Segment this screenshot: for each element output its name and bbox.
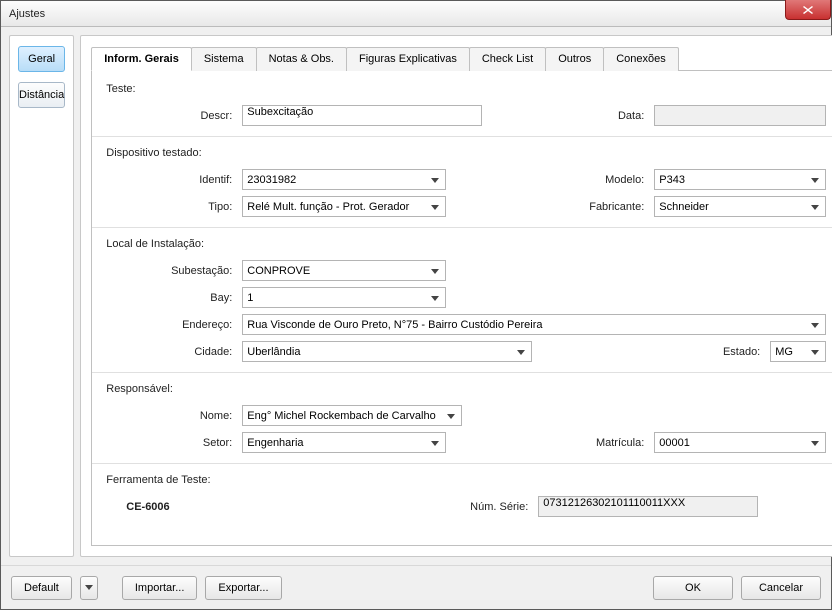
tab-outros[interactable]: Outros: [545, 47, 604, 71]
footer: Default Importar... Exportar... OK Cance…: [1, 565, 831, 609]
tab-check-list[interactable]: Check List: [469, 47, 546, 71]
combo-endereco[interactable]: Rua Visconde de Ouro Preto, N°75 - Bairr…: [242, 314, 826, 335]
default-dropdown-button[interactable]: [80, 576, 98, 600]
combo-bay[interactable]: 1: [242, 287, 446, 308]
label-cidade: Cidade:: [106, 346, 236, 358]
tab-conexoes[interactable]: Conexões: [603, 47, 679, 71]
label-matricula: Matrícula:: [452, 437, 648, 449]
sidebar-label-geral: Geral: [28, 53, 55, 65]
combo-modelo[interactable]: P343: [654, 169, 826, 190]
separator: [92, 463, 832, 464]
combo-fabricante[interactable]: Schneider: [654, 196, 826, 217]
label-nome: Nome:: [106, 410, 236, 422]
tabs: Inform. Gerais Sistema Notas & Obs. Figu…: [91, 46, 832, 71]
tab-sistema[interactable]: Sistema: [191, 47, 257, 71]
body: Geral Distância Inform. Gerais Sistema N…: [1, 27, 831, 565]
separator: [92, 227, 832, 228]
sidebar-btn-geral[interactable]: Geral: [18, 46, 65, 72]
tab-content: Teste: Descr: Subexcitação Data: Disposi…: [91, 71, 832, 546]
label-fabricante: Fabricante:: [452, 201, 648, 213]
input-num-serie[interactable]: 07312126302101110011XXX: [538, 496, 758, 517]
separator: [92, 372, 832, 373]
sidebar-label-distancia: Distância: [19, 89, 64, 101]
window-title: Ajustes: [5, 8, 45, 20]
label-data: Data:: [488, 110, 648, 122]
ferramenta-nome: CE-6006: [106, 501, 236, 513]
combo-identif[interactable]: 23031982: [242, 169, 446, 190]
combo-tipo[interactable]: Relé Mult. função - Prot. Gerador: [242, 196, 446, 217]
input-data[interactable]: [654, 105, 826, 126]
tab-inform-gerais[interactable]: Inform. Gerais: [91, 47, 192, 71]
section-local: Local de Instalação:: [106, 238, 826, 250]
section-ferramenta: Ferramenta de Teste:: [106, 474, 826, 486]
tab-figuras[interactable]: Figuras Explicativas: [346, 47, 470, 71]
combo-nome[interactable]: Eng° Michel Rockembach de Carvalho: [242, 405, 462, 426]
main-panel: Inform. Gerais Sistema Notas & Obs. Figu…: [80, 35, 832, 557]
combo-setor[interactable]: Engenharia: [242, 432, 446, 453]
combo-matricula[interactable]: 00001: [654, 432, 826, 453]
titlebar: Ajustes: [1, 1, 831, 27]
section-teste: Teste:: [106, 83, 826, 95]
label-num-serie: Núm. Série:: [452, 501, 532, 513]
sidebar-btn-distancia[interactable]: Distância: [18, 82, 65, 108]
exportar-button[interactable]: Exportar...: [205, 576, 281, 600]
label-identif: Identif:: [106, 174, 236, 186]
section-responsavel: Responsável:: [106, 383, 826, 395]
ok-button[interactable]: OK: [653, 576, 733, 600]
close-button[interactable]: [785, 0, 831, 20]
default-button[interactable]: Default: [11, 576, 72, 600]
tab-notas-obs[interactable]: Notas & Obs.: [256, 47, 347, 71]
cancelar-button[interactable]: Cancelar: [741, 576, 821, 600]
importar-button[interactable]: Importar...: [122, 576, 198, 600]
combo-cidade[interactable]: Uberlândia: [242, 341, 532, 362]
combo-estado[interactable]: MG: [770, 341, 826, 362]
input-descr[interactable]: Subexcitação: [242, 105, 482, 126]
label-setor: Setor:: [106, 437, 236, 449]
label-modelo: Modelo:: [452, 174, 648, 186]
combo-subestacao[interactable]: CONPROVE: [242, 260, 446, 281]
sidebar: Geral Distância: [9, 35, 74, 557]
label-tipo: Tipo:: [106, 201, 236, 213]
label-bay: Bay:: [106, 292, 236, 304]
ajustes-window: Ajustes Geral Distância Inform. Gerais S…: [0, 0, 832, 610]
section-dispositivo: Dispositivo testado:: [106, 147, 826, 159]
close-icon: [803, 6, 813, 14]
label-subestacao: Subestação:: [106, 265, 236, 277]
label-endereco: Endereço:: [106, 319, 236, 331]
label-estado: Estado:: [723, 346, 764, 358]
label-descr: Descr:: [106, 110, 236, 122]
separator: [92, 136, 832, 137]
